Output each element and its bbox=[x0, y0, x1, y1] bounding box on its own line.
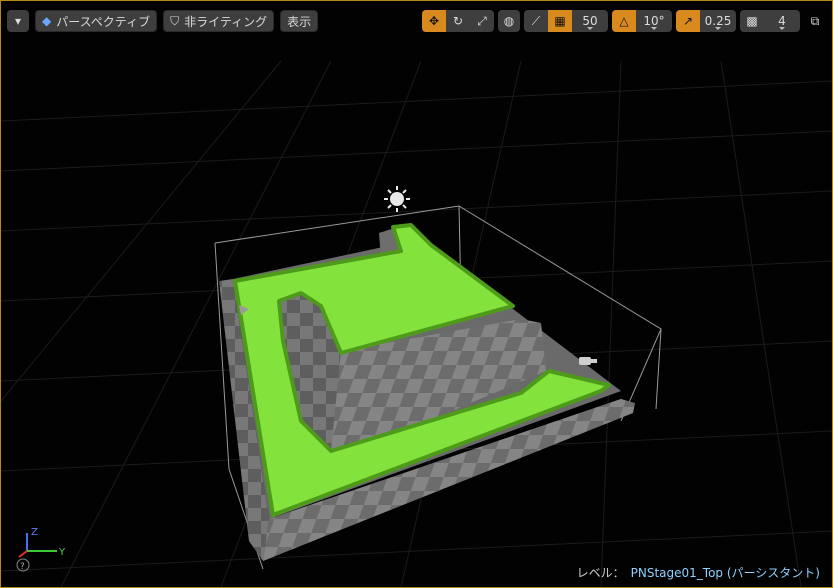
scale-snap-toggle[interactable]: ↗ bbox=[676, 10, 700, 32]
camera-speed-button[interactable]: ▩ bbox=[740, 10, 764, 32]
scene-render bbox=[1, 60, 832, 587]
camera-icon: ◆ bbox=[42, 14, 52, 28]
x-axis-line bbox=[18, 550, 28, 558]
sun-icon bbox=[384, 186, 410, 212]
rotation-snap-value[interactable]: 10° bbox=[636, 10, 672, 32]
z-axis-label: Z bbox=[31, 527, 38, 538]
lighting-mode-button[interactable]: ⛉ 非ライティング bbox=[163, 10, 275, 32]
scale-mode-button[interactable]: ⤢ bbox=[470, 10, 494, 32]
rotate-mode-button[interactable]: ↻ bbox=[446, 10, 470, 32]
grid-icon: ▦ bbox=[554, 14, 566, 28]
surface-snap-icon: ⟋ bbox=[531, 13, 541, 28]
chevron-down-icon: ▾ bbox=[14, 14, 22, 28]
level-name: PNStage01_Top (パーシスタント) bbox=[630, 566, 820, 580]
camera-speed-icon: ▩ bbox=[746, 14, 758, 28]
transform-mode-group: ✥ ↻ ⤢ bbox=[422, 10, 494, 32]
camera-speed-group: ▩ 4 bbox=[740, 10, 800, 32]
viewport-toolbar-right: ✥ ↻ ⤢ ◍ ⟋ ▦ 50 △ 10° ↗ 0.25 ▩ 4 ⧉ bbox=[422, 9, 826, 33]
rotation-snap-toggle[interactable]: △ bbox=[612, 10, 636, 32]
player-start-icon bbox=[579, 357, 597, 365]
grid-snap-toggle[interactable]: ▦ bbox=[548, 10, 572, 32]
move-icon: ✥ bbox=[428, 14, 440, 28]
level-prefix: レベル： bbox=[576, 566, 625, 580]
axis-gizmo: Z Y ? bbox=[15, 523, 75, 577]
level-viewport[interactable]: ▾ ◆ パースペクティブ ⛉ 非ライティング 表示 ✥ ↻ ⤢ ◍ ⟋ ▦ 50… bbox=[0, 0, 833, 588]
scale-snap-group: ↗ 0.25 bbox=[676, 10, 736, 32]
level-status: レベル： PNStage01_Top (パーシスタント) bbox=[577, 564, 820, 581]
angle-icon: △ bbox=[619, 14, 629, 28]
translate-mode-button[interactable]: ✥ bbox=[422, 10, 446, 32]
shield-icon: ⛉ bbox=[170, 13, 180, 28]
rotate-icon: ↻ bbox=[452, 14, 464, 28]
grid-snap-group: ⟋ ▦ 50 bbox=[524, 10, 608, 32]
scale-snap-value[interactable]: 0.25 bbox=[700, 10, 736, 32]
globe-icon: ◍ bbox=[503, 14, 515, 28]
help-label: ? bbox=[20, 562, 25, 572]
coordinate-system-button[interactable]: ◍ bbox=[498, 10, 520, 32]
perspective-button[interactable]: ◆ パースペクティブ bbox=[35, 10, 158, 32]
restore-icon: ⧉ bbox=[810, 13, 820, 28]
rotation-snap-group: △ 10° bbox=[612, 10, 672, 32]
camera-speed-value[interactable]: 4 bbox=[764, 10, 800, 32]
surface-snap-button[interactable]: ⟋ bbox=[524, 10, 548, 32]
grid-snap-value[interactable]: 50 bbox=[572, 10, 608, 32]
scale-icon: ⤢ bbox=[477, 13, 487, 28]
maximize-viewport-button[interactable]: ⧉ bbox=[804, 10, 826, 32]
viewport-toolbar-left: ▾ ◆ パースペクティブ ⛉ 非ライティング 表示 bbox=[7, 9, 319, 33]
y-axis-label: Y bbox=[58, 547, 66, 558]
scale-arrow-icon: ↗ bbox=[682, 14, 694, 28]
viewport-menu-button[interactable]: ▾ bbox=[7, 10, 29, 32]
show-button[interactable]: 表示 bbox=[280, 10, 319, 32]
